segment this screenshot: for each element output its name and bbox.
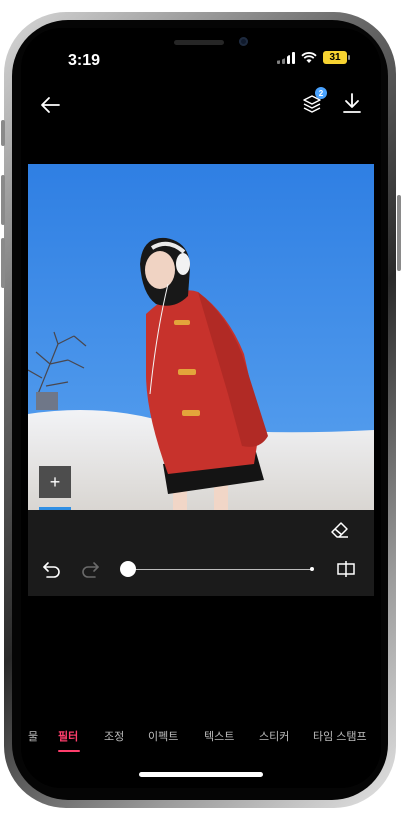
tab-sticker[interactable]: 스티커 <box>259 728 289 744</box>
add-layer-button[interactable]: + <box>39 466 71 498</box>
download-icon <box>343 93 361 113</box>
tab-text[interactable]: 텍스트 <box>204 728 234 744</box>
notch <box>106 28 296 61</box>
compare-icon <box>337 561 355 577</box>
eraser-button[interactable] <box>328 518 352 542</box>
power-button <box>397 195 401 271</box>
redo-button[interactable] <box>78 558 102 580</box>
tab-time-stamp[interactable]: 타임 스탬프 <box>313 728 367 744</box>
edited-photo[interactable] <box>28 164 374 510</box>
download-button[interactable] <box>339 90 365 116</box>
volume-down-button <box>1 238 5 288</box>
arrow-left-icon <box>41 97 60 113</box>
tab-adjust[interactable]: 조정 <box>104 728 124 744</box>
layers-count-badge: 2 <box>315 87 327 99</box>
photo-image <box>28 164 374 510</box>
tab-item-0[interactable]: 물 <box>28 728 38 744</box>
undo-button[interactable] <box>40 558 64 580</box>
home-indicator <box>139 772 263 777</box>
app-screen: 3:19 31 2 + 물 필터 조정 이펙트 텍스트 스티커 타임 스탬프 <box>21 28 381 788</box>
redo-icon <box>82 562 99 578</box>
layers-button[interactable]: 2 <box>299 87 327 116</box>
intensity-slider-end <box>310 567 314 571</box>
battery-level: 31 <box>329 52 341 63</box>
bottom-tab-bar: 물 필터 조정 이펙트 텍스트 스티커 타임 스탬프 <box>21 725 381 747</box>
tab-effect[interactable]: 이펙트 <box>148 728 178 744</box>
status-time: 3:19 <box>68 52 101 69</box>
edit-panel <box>28 510 374 596</box>
intensity-slider-track[interactable] <box>131 569 311 570</box>
speaker-grille <box>174 40 224 45</box>
undo-icon <box>43 562 60 578</box>
add-label: + <box>49 471 61 492</box>
top-toolbar: 2 <box>21 86 381 126</box>
tab-filter[interactable]: 필터 <box>58 728 78 744</box>
intensity-slider-thumb[interactable] <box>120 561 136 577</box>
mute-switch <box>1 120 5 146</box>
active-tab-indicator <box>58 750 80 752</box>
camera-icon <box>239 37 248 46</box>
eraser-icon <box>331 522 348 538</box>
battery-icon: 31 <box>323 51 350 64</box>
back-button[interactable] <box>37 92 63 118</box>
compare-button[interactable] <box>334 558 358 580</box>
wifi-icon <box>301 51 317 63</box>
volume-up-button <box>1 175 5 225</box>
